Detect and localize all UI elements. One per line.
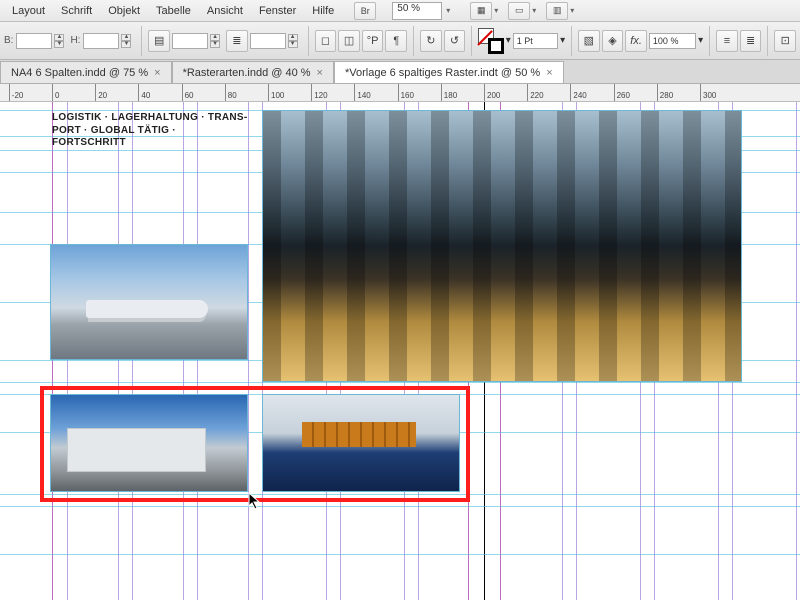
width-label: B: (4, 35, 13, 46)
ruler-tick: 220 (527, 84, 528, 101)
pasteboard: LOGISTIK · LAGERHALTUNG · TRANS- PORT · … (0, 102, 800, 600)
menu-fenster[interactable]: Fenster (251, 5, 304, 17)
image-container-ship (263, 395, 459, 491)
story-editor-icon[interactable]: ¶ (385, 30, 407, 52)
arrange-chevron-icon[interactable]: ▾ (570, 6, 582, 15)
menu-layout[interactable]: Layout (4, 5, 53, 17)
close-icon[interactable]: × (154, 67, 160, 79)
columns-stepper[interactable]: ▲▼ (210, 34, 220, 48)
zoom-dropdown-icon[interactable]: ▾ (446, 6, 458, 15)
view-options-button[interactable]: ▦ (470, 2, 492, 20)
close-icon[interactable]: × (317, 67, 323, 79)
drop-shadow-icon[interactable]: ▧ (578, 30, 600, 52)
columns-icon[interactable]: ▤ (148, 30, 170, 52)
baseline-guide (0, 554, 800, 555)
screen-mode-button[interactable]: ▭ (508, 2, 530, 20)
ruler-tick: 100 (268, 84, 269, 101)
control-panel: B: ▲▼ H: ▲▼ ▤ ▲▼ ≣ ▲▼ ◻ ◫ °P ¶ ↻ ↺ ▾ 1 P… (0, 22, 800, 60)
gutter-stepper[interactable]: ▲▼ (288, 34, 298, 48)
document-tab-3[interactable]: *Vorlage 6 spaltiges Raster.indt @ 50 % … (334, 61, 564, 83)
column-guide (796, 102, 797, 600)
stroke-weight-chevron-icon[interactable]: ▾ (560, 35, 565, 46)
mouse-cursor-icon (248, 492, 262, 510)
rotate-ccw-icon[interactable]: ↺ (444, 30, 466, 52)
headline-line2: PORT · GLOBAL TÄTIG · FORTSCHRITT (52, 125, 252, 150)
textwrap-none-icon[interactable]: ◻ (315, 30, 337, 52)
height-label: H: (70, 35, 80, 46)
headline-line1: LOGISTIK · LAGERHALTUNG · TRANS- (52, 112, 252, 125)
ruler-tick: 180 (441, 84, 442, 101)
ruler-tick: -20 (9, 84, 10, 101)
fit-content-icon[interactable]: ⊡ (774, 30, 796, 52)
textwrap-bounding-icon[interactable]: ◫ (338, 30, 360, 52)
menu-ansicht[interactable]: Ansicht (199, 5, 251, 17)
rotate-cw-icon[interactable]: ↻ (420, 30, 442, 52)
document-tab-2-label: *Rasterarten.indd @ 40 % (183, 67, 311, 79)
text-frame-headline[interactable]: LOGISTIK · LAGERHALTUNG · TRANS- PORT · … (52, 112, 252, 150)
baseline-guide (0, 382, 800, 383)
paragraph-style-icon[interactable]: ≡ (716, 30, 738, 52)
ruler-tick: 200 (484, 84, 485, 101)
baseline-guide (0, 506, 800, 507)
height-field[interactable] (83, 33, 119, 49)
bridge-button[interactable]: Br (354, 2, 376, 20)
menu-tabelle[interactable]: Tabelle (148, 5, 199, 17)
ruler-tick: 300 (700, 84, 701, 101)
document-tab-3-label: *Vorlage 6 spaltiges Raster.indt @ 50 % (345, 67, 540, 79)
opacity-field[interactable]: 100 % (649, 33, 696, 49)
ruler-tick: 0 (52, 84, 53, 101)
ruler-tick: 40 (138, 84, 139, 101)
stroke-swatch-icon[interactable] (488, 38, 504, 54)
arrange-documents-button[interactable]: ▥ (546, 2, 568, 20)
image-frame-city[interactable] (262, 110, 742, 382)
column-guide (248, 102, 249, 600)
ruler-tick: 160 (398, 84, 399, 101)
ruler-tick: 60 (182, 84, 183, 101)
document-tabs: NA4 6 Spalten.indd @ 75 % × *Rasterarten… (0, 60, 800, 84)
image-frame-truck[interactable] (50, 394, 248, 492)
view-options-chevron-icon[interactable]: ▾ (494, 6, 506, 15)
document-tab-1[interactable]: NA4 6 Spalten.indd @ 75 % × (0, 61, 172, 83)
menu-objekt[interactable]: Objekt (100, 5, 148, 17)
image-airplane (51, 245, 247, 359)
document-tab-1-label: NA4 6 Spalten.indd @ 75 % (11, 67, 148, 79)
effects-button[interactable]: fx. (625, 30, 647, 52)
image-truck (51, 395, 247, 491)
ruler-tick: 80 (225, 84, 226, 101)
feather-icon[interactable]: ◈ (602, 30, 624, 52)
ruler-tick: 140 (354, 84, 355, 101)
screen-mode-chevron-icon[interactable]: ▾ (532, 6, 544, 15)
columns-field[interactable] (172, 33, 208, 49)
gutter-icon[interactable]: ≣ (226, 30, 248, 52)
horizontal-ruler[interactable]: -20 0 20 40 60 80 100 120 140 160 180 200 220 240 260 2… (0, 84, 800, 102)
gutter-field[interactable] (250, 33, 286, 49)
width-stepper[interactable]: ▲▼ (54, 34, 64, 48)
baseline-guide (0, 494, 800, 495)
image-city-skyline (263, 111, 741, 381)
height-stepper[interactable]: ▲▼ (121, 34, 131, 48)
close-icon[interactable]: × (546, 67, 552, 79)
image-frame-airplane[interactable] (50, 244, 248, 360)
image-frame-ship[interactable] (262, 394, 460, 492)
document-tab-2[interactable]: *Rasterarten.indd @ 40 % × (172, 61, 334, 83)
ruler-tick: 240 (570, 84, 571, 101)
swatch-chevron-icon[interactable]: ▾ (506, 35, 511, 46)
ruler-tick: 120 (311, 84, 312, 101)
placeholder-text-icon[interactable]: °P (362, 30, 384, 52)
ruler-tick: 280 (657, 84, 658, 101)
stroke-weight-field[interactable]: 1 Pt (513, 33, 558, 49)
menu-bar: Layout Schrift Objekt Tabelle Ansicht Fe… (0, 0, 800, 22)
character-style-icon[interactable]: ≣ (740, 30, 762, 52)
fill-stroke-swatch[interactable] (478, 28, 504, 54)
opacity-chevron-icon[interactable]: ▾ (698, 35, 703, 46)
zoom-level-field[interactable]: 50 % (392, 2, 442, 20)
menu-hilfe[interactable]: Hilfe (304, 5, 342, 17)
document-canvas[interactable]: LOGISTIK · LAGERHALTUNG · TRANS- PORT · … (0, 102, 800, 600)
ruler-tick: 260 (614, 84, 615, 101)
width-field[interactable] (16, 33, 52, 49)
menu-schrift[interactable]: Schrift (53, 5, 100, 17)
ruler-tick: 20 (95, 84, 96, 101)
